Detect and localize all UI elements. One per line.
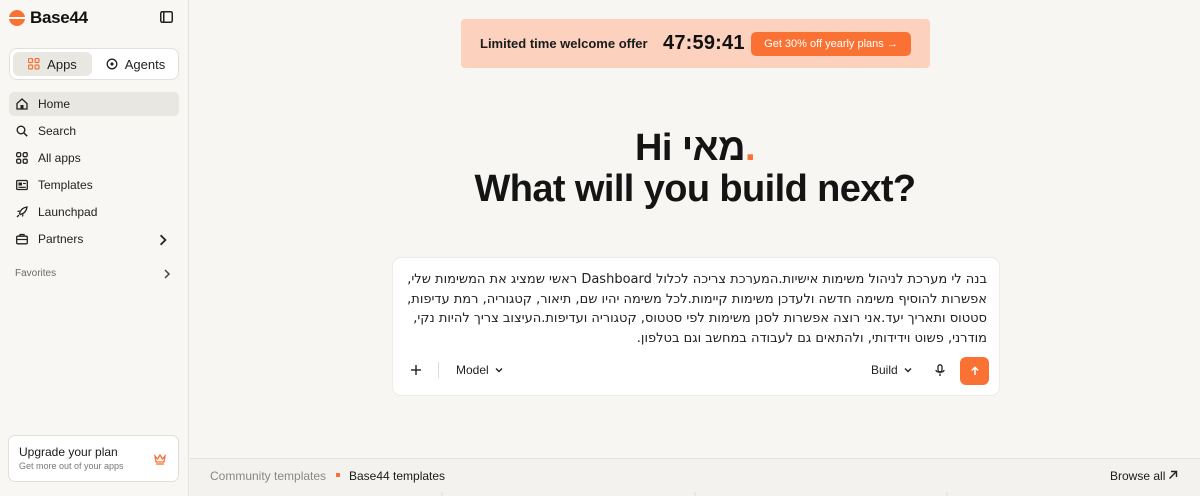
offer-banner: Limited time welcome offer 47:59:41 Get … [461, 19, 930, 68]
sidebar-item-label: Launchpad [38, 205, 98, 219]
send-button[interactable] [960, 357, 989, 385]
prompt-input[interactable]: בנה לי מערכת לניהול משימות אישיות.המערכת… [407, 270, 987, 348]
user-name: מאי [681, 127, 746, 169]
crown-icon [154, 453, 166, 465]
card-dividers [441, 492, 948, 496]
offer-countdown: 47:59:41 [663, 32, 745, 54]
tab-agents-label: Agents [124, 56, 166, 72]
model-label: Model [456, 363, 489, 377]
sidebar-item-label: Partners [38, 232, 84, 246]
sidebar-item-label: All apps [38, 151, 81, 165]
brand[interactable]: Base44 [9, 8, 88, 28]
tab-base44-templates[interactable]: Base44 templates [349, 469, 445, 483]
brand-name: Base44 [30, 8, 88, 27]
sidebar-item-templates[interactable]: Templates [9, 173, 179, 197]
tab-agents[interactable]: Agents [96, 52, 175, 76]
apps-grid-icon [28, 58, 40, 70]
sidebar-item-home[interactable]: Home [9, 92, 179, 116]
favorites-label: Favorites [15, 268, 57, 279]
browse-all-link[interactable]: Browse all [1110, 469, 1165, 483]
agent-icon [106, 58, 118, 70]
upgrade-subtitle: Get more out of your apps [19, 461, 124, 471]
hero-heading: Hi מאי. What will you build next? [190, 127, 1200, 211]
sidebar-item-all-apps[interactable]: All apps [9, 146, 179, 170]
rocket-icon [16, 206, 28, 218]
apps-agents-switch: Apps Agents [9, 48, 179, 80]
model-select[interactable]: Model [456, 363, 503, 377]
sidebar-item-label: Search [38, 124, 77, 138]
offer-text: Limited time welcome offer [480, 36, 648, 51]
active-dot [336, 473, 340, 477]
tab-apps-label: Apps [47, 56, 77, 72]
upgrade-plan-card[interactable]: Upgrade your plan Get more out of your a… [8, 435, 179, 482]
greeting-prefix: Hi [635, 127, 682, 169]
sidebar-toggle-icon[interactable] [160, 11, 173, 23]
greeting-line: Hi מאי. [190, 127, 1200, 169]
search-icon [16, 125, 28, 137]
upgrade-title: Upgrade your plan [19, 445, 118, 459]
sidebar-item-launchpad[interactable]: Launchpad [9, 200, 179, 224]
sidebar-item-partners[interactable]: Partners [9, 227, 179, 251]
briefcase-icon [16, 233, 28, 245]
home-icon [16, 98, 28, 110]
tab-apps[interactable]: Apps [13, 52, 92, 76]
templates-bar: Community templates Base44 templates Bro… [190, 458, 1200, 496]
sidebar-item-label: Templates [38, 178, 93, 192]
sidebar-nav: Home Search All apps Templates Launchpad… [9, 92, 179, 254]
accent-dot: . [744, 127, 756, 169]
templates-icon [16, 179, 28, 191]
base44-logo-icon [9, 10, 25, 26]
build-select[interactable]: Build [871, 363, 912, 377]
prompt-box: בנה לי מערכת לניהול משימות אישיות.המערכת… [393, 258, 999, 395]
toolbar-divider [438, 362, 439, 378]
favorites-section[interactable]: Favorites [15, 268, 173, 279]
chevron-down-icon [495, 368, 503, 373]
sidebar-item-label: Home [38, 97, 71, 111]
hero-subtitle: What will you build next? [474, 168, 917, 211]
grid-icon [16, 152, 28, 164]
chevron-right-icon [164, 269, 171, 279]
arrow-up-icon [970, 366, 979, 375]
plus-icon[interactable] [410, 364, 422, 376]
sidebar-item-search[interactable]: Search [9, 119, 179, 143]
tab-community-templates[interactable]: Community templates [210, 469, 326, 483]
offer-cta-button[interactable]: Get 30% off yearly plans → [751, 32, 911, 56]
build-label: Build [871, 363, 898, 377]
microphone-icon[interactable] [934, 364, 946, 377]
arrow-up-right-icon [1169, 470, 1178, 479]
chevron-down-icon [904, 368, 912, 373]
chevron-right-icon [159, 234, 167, 246]
sidebar: Base44 Apps Agents Home Search All apps … [0, 0, 189, 496]
